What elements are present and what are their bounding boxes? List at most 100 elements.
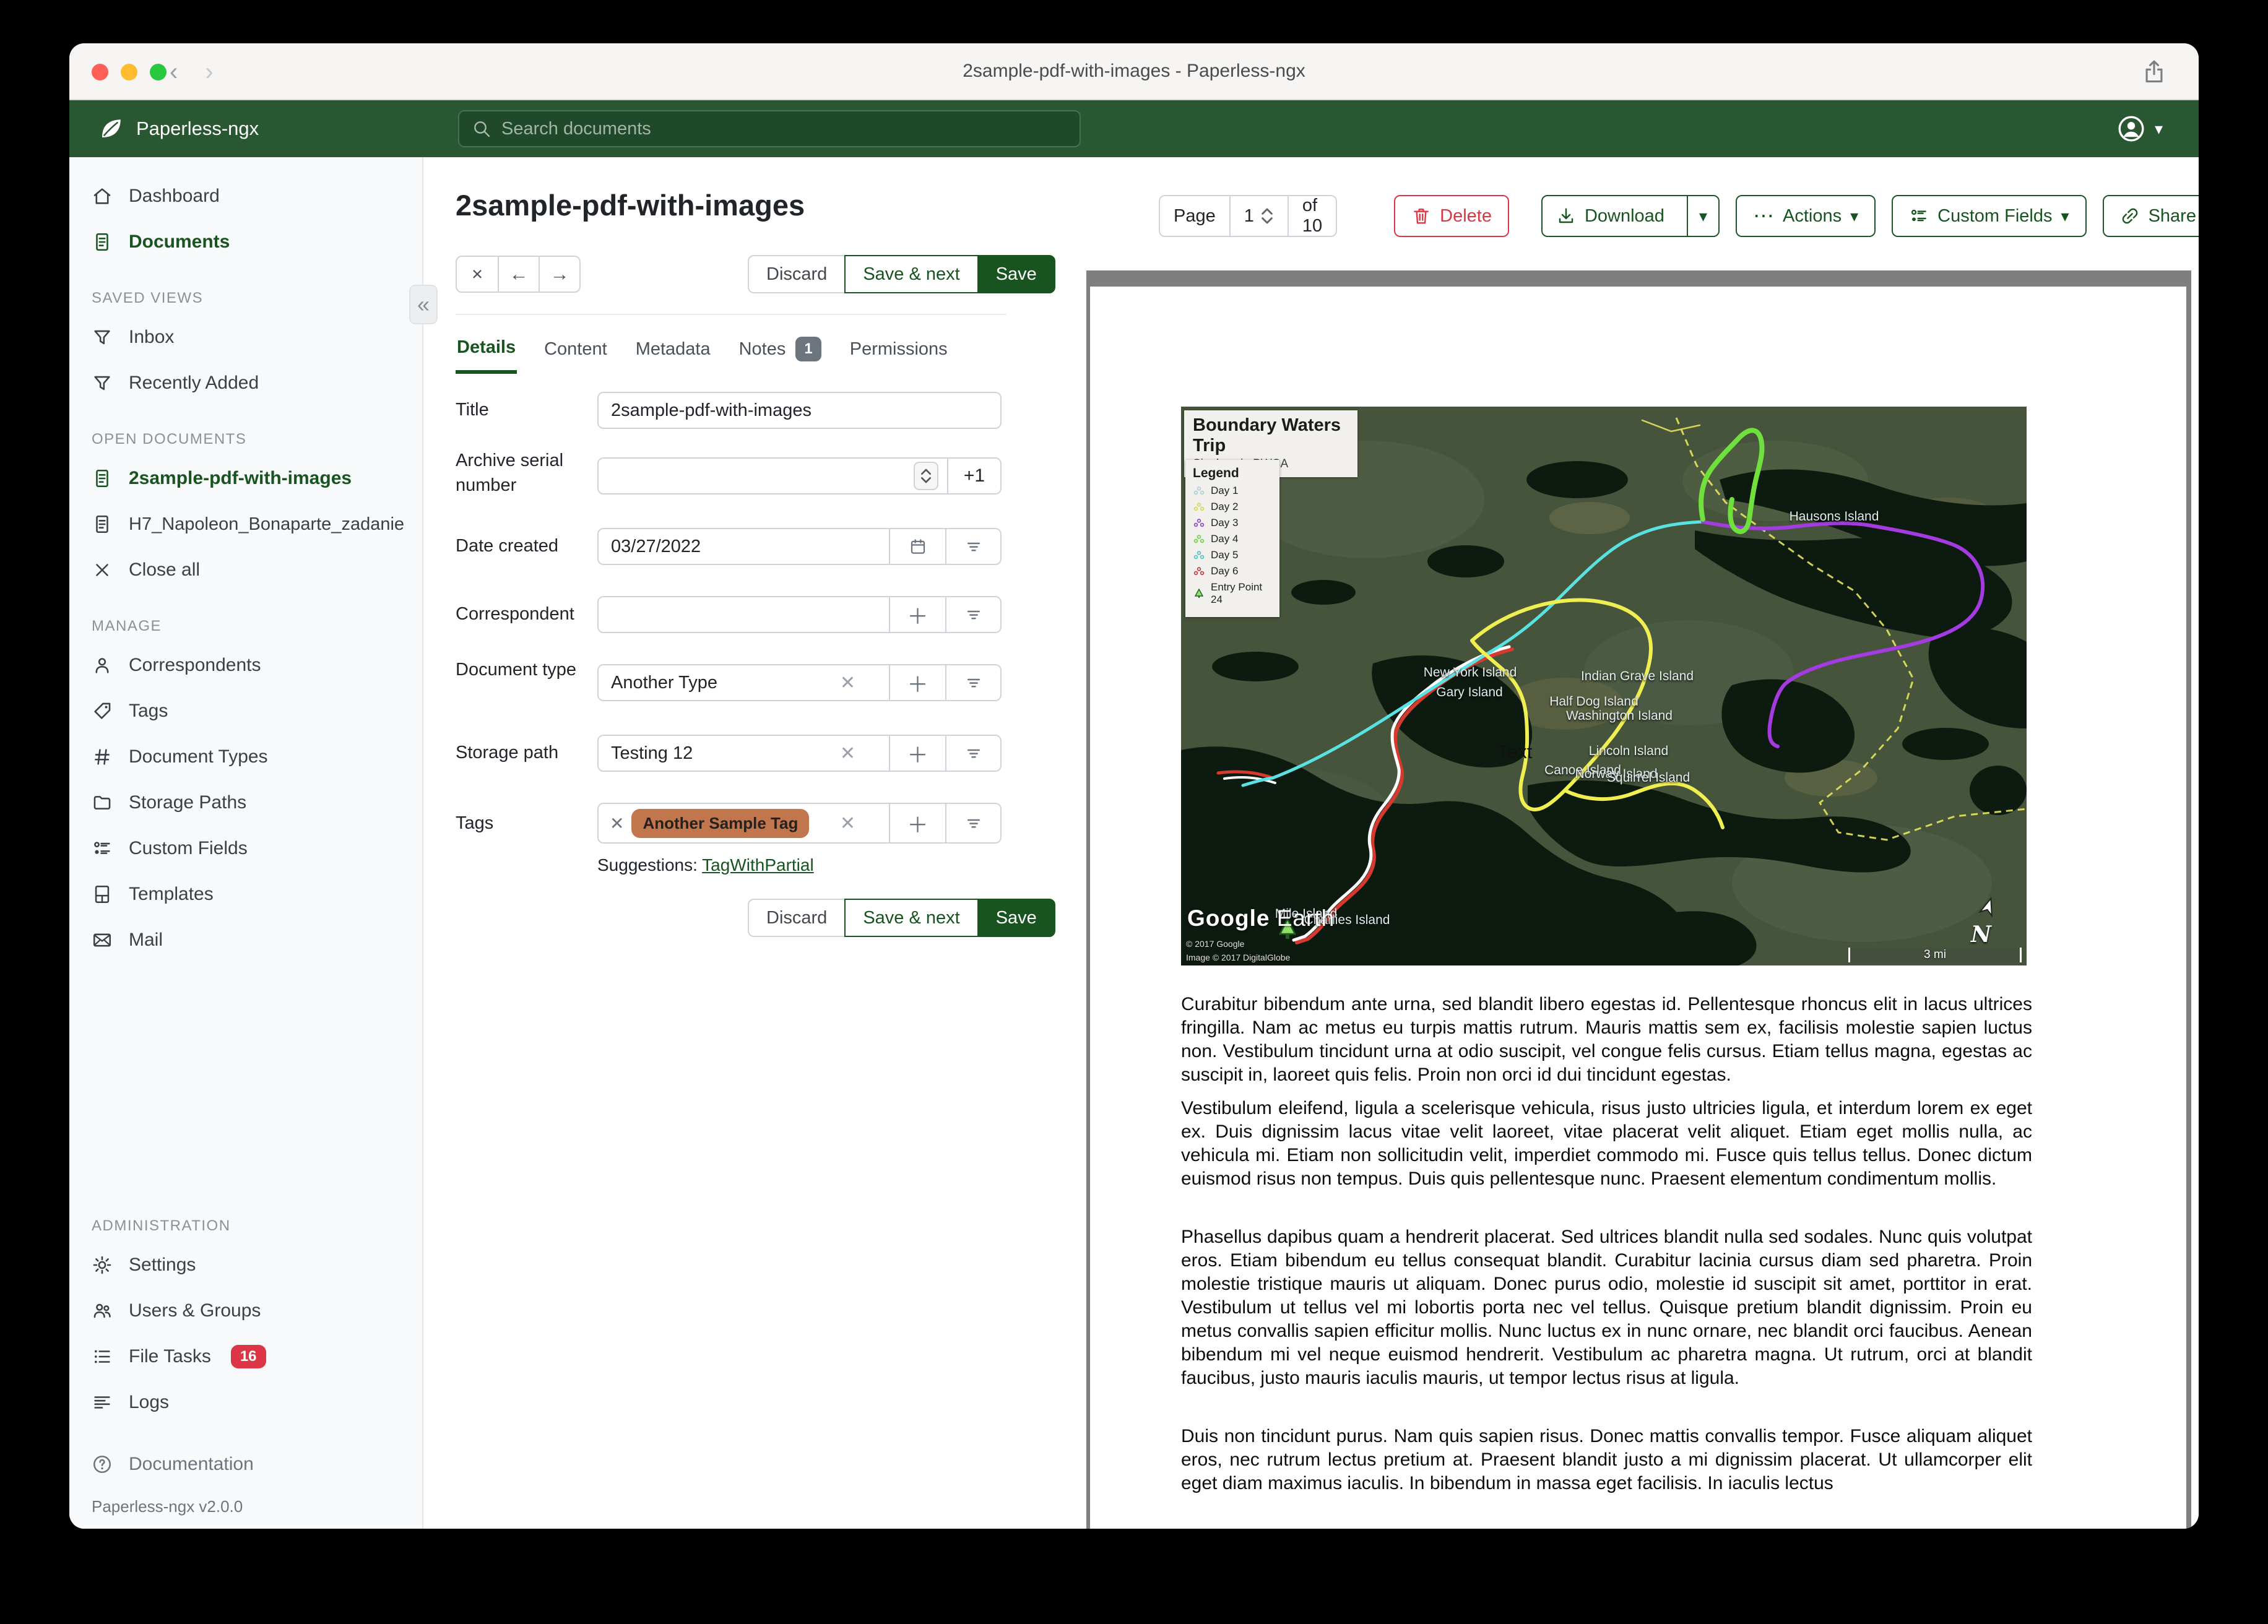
asn-stepper[interactable] — [914, 462, 938, 490]
sidebar-item-storage-paths[interactable]: Storage Paths — [69, 780, 422, 826]
document-type-select[interactable]: Another Type — [599, 673, 831, 693]
sidebar-item-label: Correspondents — [129, 655, 261, 675]
sidebar-item-documentation[interactable]: Documentation — [69, 1441, 422, 1487]
user-menu[interactable]: ▾ — [2116, 100, 2163, 157]
section-saved-views: SAVED VIEWS — [92, 290, 204, 306]
minimize-window-button[interactable] — [121, 64, 137, 80]
date-picker-button[interactable] — [889, 529, 945, 564]
mail-icon — [92, 930, 113, 951]
sidebar-item-documents[interactable]: Documents — [69, 219, 422, 265]
sidebar-item-settings[interactable]: Settings — [69, 1242, 422, 1288]
browser-back-button[interactable]: ‹ — [170, 58, 178, 86]
copyright-line: Image © 2017 DigitalGlobe — [1186, 952, 1291, 962]
discard-button[interactable]: Discard — [748, 899, 846, 937]
search-input[interactable] — [501, 118, 1067, 139]
sidebar-item-correspondents[interactable]: Correspondents — [69, 642, 422, 688]
page-number-stepper[interactable]: 1 — [1229, 196, 1288, 236]
documents-icon — [92, 231, 113, 253]
delete-button[interactable]: Delete — [1394, 195, 1509, 237]
tags-label: Tags — [456, 813, 494, 833]
tab-notes[interactable]: Notes 1 — [738, 327, 823, 374]
correspondent-label: Correspondent — [456, 604, 574, 624]
share-icon[interactable] — [2140, 58, 2168, 85]
storage-path-add-button[interactable]: ＋ — [889, 736, 945, 771]
clear-icon[interactable]: ✕ — [831, 813, 864, 834]
document-type-add-button[interactable]: ＋ — [889, 665, 945, 700]
save-button[interactable]: Save — [977, 899, 1055, 937]
zoom-window-button[interactable] — [150, 64, 167, 80]
stepper-icon[interactable] — [1260, 208, 1274, 224]
sidebar-item-mail[interactable]: Mail — [69, 917, 422, 963]
tasks-list-icon — [92, 1346, 113, 1367]
logs-icon — [92, 1392, 113, 1413]
tab-content[interactable]: Content — [543, 327, 608, 374]
sidebar-item-logs[interactable]: Logs — [69, 1380, 422, 1425]
tree-icon — [1193, 589, 1205, 598]
previous-document-button[interactable]: ← — [498, 257, 539, 292]
asn-plus-one-button[interactable]: +1 — [947, 459, 1000, 493]
sidebar-item-label: Mail — [129, 930, 163, 950]
filter-lines-icon — [964, 673, 983, 692]
sidebar-item-users-groups[interactable]: Users & Groups — [69, 1288, 422, 1334]
sidebar-item-dashboard[interactable]: Dashboard — [69, 173, 422, 219]
save-group-top: Discard Save & next Save — [748, 255, 1055, 293]
close-window-button[interactable] — [92, 64, 108, 80]
date-created-input[interactable] — [599, 536, 889, 557]
clear-icon[interactable]: ✕ — [831, 672, 864, 694]
legend-label: Entry Point 24 — [1211, 581, 1263, 605]
tab-metadata[interactable]: Metadata — [634, 327, 712, 374]
download-button[interactable]: Download — [1543, 196, 1678, 236]
discard-button[interactable]: Discard — [748, 255, 846, 293]
sidebar-item-tags[interactable]: Tags — [69, 688, 422, 734]
storage-path-filter-button[interactable] — [945, 736, 1000, 771]
download-options-caret[interactable]: ▾ — [1686, 196, 1718, 236]
download-split-button: Download ▾ — [1541, 195, 1720, 237]
chevron-down-icon: ▾ — [2061, 207, 2069, 225]
save-and-next-button[interactable]: Save & next — [844, 255, 979, 293]
sidebar-item-document-types[interactable]: Document Types — [69, 734, 422, 780]
suggestion-link[interactable]: TagWithPartial — [702, 855, 814, 875]
sidebar-open-doc-current[interactable]: 2sample-pdf-with-images — [69, 456, 422, 501]
sidebar-item-custom-fields[interactable]: Custom Fields — [69, 826, 422, 871]
document-type-filter-button[interactable] — [945, 665, 1000, 700]
tab-permissions[interactable]: Permissions — [849, 327, 949, 374]
save-button[interactable]: Save — [977, 255, 1055, 293]
correspondent-add-button[interactable]: ＋ — [889, 597, 945, 632]
next-document-button[interactable]: → — [539, 257, 579, 292]
brand[interactable]: Paperless-ngx — [98, 100, 259, 157]
sidebar-close-all[interactable]: Close all — [69, 547, 422, 593]
title-input[interactable] — [599, 400, 1000, 421]
compass-north-icon: N — [1971, 897, 2002, 948]
document-paragraph: Phasellus dapibus quam a hendrerit place… — [1181, 1227, 2032, 1388]
close-document-button[interactable]: × — [457, 257, 498, 292]
sidebar-open-doc[interactable]: H7_Napoleon_Bonaparte_zadanie — [69, 501, 422, 547]
actions-button[interactable]: ⋯ Actions ▾ — [1736, 195, 1876, 237]
date-filter-button[interactable] — [945, 529, 1000, 564]
sidebar-item-inbox[interactable]: Inbox — [69, 314, 422, 360]
tag-chip[interactable]: Another Sample Tag — [631, 808, 810, 838]
pdf-preview-pane[interactable]: New York Island Gary Island Hausons Isla… — [1086, 270, 2191, 1529]
filter-funnel-icon — [92, 373, 113, 394]
asn-input[interactable] — [599, 465, 914, 486]
sidebar-item-templates[interactable]: Templates — [69, 871, 422, 917]
filter-lines-icon — [964, 744, 983, 762]
sidebar-collapse-button[interactable]: « — [409, 285, 438, 324]
filter-lines-icon — [964, 605, 983, 624]
tags-add-button[interactable]: ＋ — [889, 804, 945, 842]
browser-forward-button[interactable]: › — [205, 58, 213, 86]
storage-path-select[interactable]: Testing 12 — [599, 743, 831, 764]
correspondent-filter-button[interactable] — [945, 597, 1000, 632]
document-paragraph: Curabitur bibendum ante urna, sed blandi… — [1181, 994, 2032, 1085]
share-links-button[interactable]: Share Links ▾ — [2102, 195, 2199, 237]
clear-icon[interactable]: ✕ — [831, 743, 864, 764]
tab-label: Notes — [738, 339, 786, 359]
custom-fields-button[interactable]: Custom Fields ▾ — [1892, 195, 2087, 237]
chevron-down-icon: ▾ — [1850, 207, 1859, 225]
sidebar-item-recently-added[interactable]: Recently Added — [69, 360, 422, 406]
tab-details[interactable]: Details — [456, 327, 517, 374]
remove-tag-icon[interactable]: ✕ — [610, 813, 624, 834]
sidebar-item-file-tasks[interactable]: File Tasks 16 — [69, 1334, 422, 1380]
document-type-field: Another Type ✕ ＋ — [597, 664, 1002, 701]
save-and-next-button[interactable]: Save & next — [844, 899, 979, 937]
tags-filter-button[interactable] — [945, 804, 1000, 842]
